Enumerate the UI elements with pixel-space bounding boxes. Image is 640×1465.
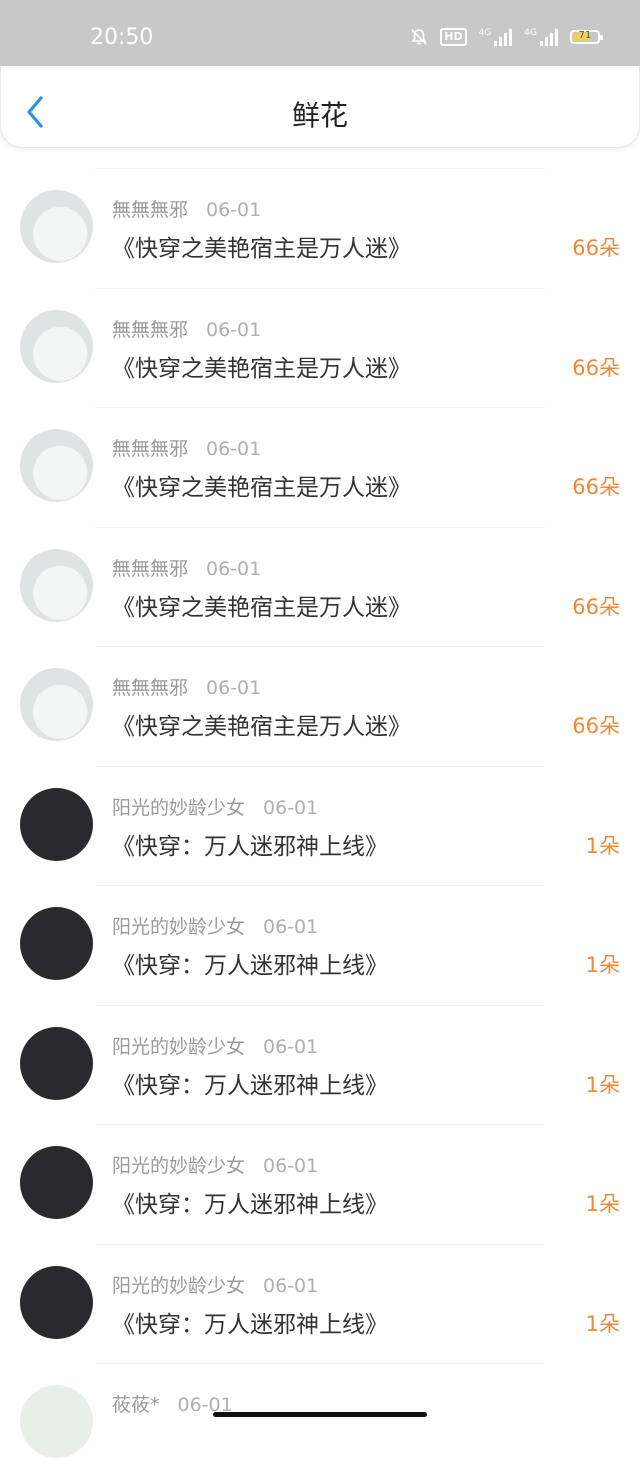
avatar[interactable] — [20, 907, 93, 980]
page-title: 鲜花 — [291, 99, 348, 132]
divider — [95, 1243, 545, 1245]
book-title[interactable]: 《快穿之美艳宿主是万人迷》 — [112, 588, 411, 622]
record-meta: 無無無邪 06-01 — [112, 315, 261, 342]
list-item[interactable]: 無無無邪 06-01 《快穿之美艳宿主是万人迷》 66朵 — [0, 150, 640, 270]
user-name[interactable]: 無無無邪 — [112, 199, 188, 221]
divider — [95, 287, 545, 289]
flower-amount: 66朵 — [572, 355, 620, 380]
flower-amount: 1朵 — [585, 833, 620, 858]
flower-amount: 66朵 — [572, 236, 620, 260]
record-meta: 無無無邪 06-01 — [112, 673, 261, 700]
status-icons: HD 4G 4G 71 — [410, 28, 603, 46]
list-item[interactable]: 莜莜* 06-01 — [0, 1345, 640, 1465]
status-time: 20:50 — [90, 25, 154, 50]
avatar[interactable] — [20, 548, 93, 622]
list-item[interactable]: 無無無邪 06-01 《快穿之美艳宿主是万人迷》 66朵 — [0, 509, 640, 629]
user-name[interactable]: 阳光的妙龄少女 — [112, 1155, 245, 1177]
nav-bar: 鲜花 — [0, 66, 640, 148]
flower-amount: 1朵 — [585, 1311, 620, 1336]
record-date: 06-01 — [206, 557, 262, 580]
avatar[interactable] — [20, 1265, 93, 1339]
record-meta: 阳光的妙龄少女 06-01 — [112, 1271, 318, 1298]
record-date: 06-01 — [263, 1035, 319, 1058]
list-item[interactable]: 阳光的妙龄少女 06-01 《快穿：万人迷邪神上线》 1朵 — [0, 1226, 640, 1346]
divider — [95, 1124, 545, 1125]
list-item[interactable]: 無無無邪 06-01 《快穿之美艳宿主是万人迷》 66朵 — [0, 389, 640, 509]
book-title[interactable]: 《快穿：万人迷邪神上线》 — [112, 1066, 388, 1100]
flower-amount: 66朵 — [572, 475, 620, 499]
list-item[interactable]: 阳光的妙龄少女 06-01 《快穿：万人迷邪神上线》 1朵 — [0, 987, 640, 1107]
user-name[interactable]: 阳光的妙龄少女 — [112, 797, 245, 819]
divider — [95, 407, 545, 408]
divider — [95, 526, 545, 528]
book-title[interactable]: 《快穿之美艳宿主是万人迷》 — [112, 468, 411, 502]
divider — [95, 1363, 545, 1364]
record-date: 06-01 — [206, 677, 262, 699]
list-item[interactable]: 無無無邪 06-01 《快穿之美艳宿主是万人迷》 66朵 — [0, 270, 640, 390]
battery-percent: 71 — [578, 30, 592, 41]
user-name[interactable]: 無無無邪 — [112, 438, 188, 460]
avatar[interactable] — [20, 190, 93, 263]
bell-off-icon — [410, 28, 428, 46]
book-title[interactable]: 《快穿：万人迷邪神上线》 — [112, 946, 388, 980]
user-name[interactable]: 無無無邪 — [112, 558, 188, 580]
list-item[interactable]: 無無無邪 06-01 《快穿之美艳宿主是万人迷》 66朵 — [0, 628, 640, 748]
user-name[interactable]: 阳光的妙龄少女 — [112, 916, 245, 938]
divider — [95, 168, 545, 169]
flower-amount: 66朵 — [572, 594, 620, 619]
user-name[interactable]: 無無無邪 — [112, 677, 188, 699]
book-title[interactable]: 《快穿之美艳宿主是万人迷》 — [112, 349, 411, 383]
divider — [95, 885, 545, 886]
user-name[interactable]: 無無無邪 — [112, 319, 188, 341]
book-title[interactable]: 《快穿：万人迷邪神上线》 — [112, 1305, 388, 1339]
home-indicator[interactable] — [213, 1412, 427, 1417]
record-date: 06-01 — [263, 1155, 319, 1177]
record-meta: 阳光的妙龄少女 06-01 — [112, 1151, 318, 1178]
record-date: 06-01 — [206, 199, 262, 221]
avatar[interactable] — [20, 787, 93, 861]
hd-icon: HD — [440, 28, 467, 46]
divider — [95, 646, 545, 647]
avatar[interactable] — [20, 1146, 93, 1219]
flower-record-list: 無無無邪 06-01 《快穿之美艳宿主是万人迷》 66朵 無無無邪 06-01 《快… — [0, 150, 640, 1465]
record-meta: 阳光的妙龄少女 06-01 — [112, 1032, 318, 1059]
book-title[interactable]: 《快穿：万人迷邪神上线》 — [112, 827, 388, 861]
avatar[interactable] — [20, 1026, 93, 1100]
list-item[interactable]: 阳光的妙龄少女 06-01 《快穿：万人迷邪神上线》 1朵 — [0, 748, 640, 868]
record-date: 06-01 — [263, 916, 319, 938]
avatar[interactable] — [20, 668, 93, 741]
flower-amount: 1朵 — [585, 953, 620, 977]
signal-icon: 4G — [479, 28, 513, 46]
avatar[interactable] — [20, 309, 93, 383]
list-item[interactable]: 阳光的妙龄少女 06-01 《快穿：万人迷邪神上线》 1朵 — [0, 867, 640, 987]
signal-icon: 4G — [524, 28, 558, 46]
list-item[interactable]: 阳光的妙龄少女 06-01 《快穿：万人迷邪神上线》 1朵 — [0, 1106, 640, 1226]
book-title[interactable]: 《快穿之美艳宿主是万人迷》 — [112, 707, 411, 741]
status-bar: 20:50 HD 4G 4G 71 — [0, 0, 640, 66]
record-date: 06-01 — [206, 438, 262, 460]
divider — [95, 1004, 545, 1006]
record-meta: 無無無邪 06-01 — [112, 195, 261, 222]
book-title[interactable]: 《快穿之美艳宿主是万人迷》 — [112, 229, 411, 263]
flower-amount: 66朵 — [572, 714, 620, 738]
record-meta: 無無無邪 06-01 — [112, 434, 261, 461]
record-meta: 阳光的妙龄少女 06-01 — [112, 912, 318, 939]
record-meta: 無無無邪 06-01 — [112, 554, 261, 581]
user-name[interactable]: 阳光的妙龄少女 — [112, 1036, 245, 1058]
user-name[interactable]: 莜莜* — [112, 1394, 160, 1416]
book-title[interactable]: 《快穿：万人迷邪神上线》 — [112, 1185, 388, 1219]
record-date: 06-01 — [263, 1274, 319, 1297]
divider — [95, 765, 545, 767]
record-date: 06-01 — [263, 796, 319, 819]
user-name[interactable]: 阳光的妙龄少女 — [112, 1275, 245, 1297]
record-date: 06-01 — [206, 318, 262, 341]
record-meta: 阳光的妙龄少女 06-01 — [112, 793, 318, 820]
flower-amount: 1朵 — [585, 1192, 620, 1216]
battery-icon: 71 — [570, 30, 603, 44]
flower-amount: 1朵 — [585, 1072, 620, 1097]
avatar[interactable] — [20, 429, 93, 502]
